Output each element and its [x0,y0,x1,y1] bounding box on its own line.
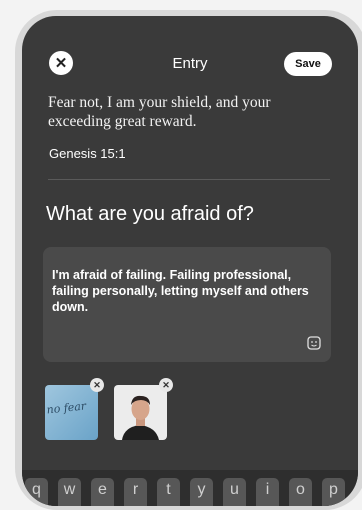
verse-text: Fear not, I am your shield, and your exc… [48,94,271,130]
journal-prompt: What are you afraid of? [46,203,254,225]
verse-reference: Genesis 15:1 [49,146,126,161]
sticker-icon[interactable] [307,336,321,350]
divider [48,179,330,180]
remove-attachment-button[interactable]: ✕ [159,378,173,392]
attachment-thumbnail[interactable]: no fear ✕ [45,378,104,440]
attachment-thumbnail[interactable]: ✕ [114,378,173,440]
entry-screen: ✕ Entry Save Fear not, I am your shield,… [22,16,358,506]
portrait-image [114,385,167,440]
key-i[interactable]: i [256,478,279,506]
save-button[interactable]: Save [284,52,332,76]
entry-text-area[interactable]: I'm afraid of failing. Failing professio… [43,247,331,362]
key-e[interactable]: e [91,478,114,506]
close-icon: ✕ [162,379,170,390]
key-y[interactable]: y [190,478,213,506]
handwritten-note-image: no fear [45,385,98,440]
remove-attachment-button[interactable]: ✕ [90,378,104,392]
key-r[interactable]: r [124,478,147,506]
close-icon: ✕ [93,379,101,390]
key-q[interactable]: q [25,478,48,506]
key-u[interactable]: u [223,478,246,506]
key-t[interactable]: t [157,478,180,506]
key-o[interactable]: o [289,478,312,506]
key-w[interactable]: w [58,478,81,506]
keyboard: q w e r t y u i o p [22,470,358,506]
entry-text: I'm afraid of failing. Failing professio… [52,268,309,314]
key-p[interactable]: p [322,478,345,506]
